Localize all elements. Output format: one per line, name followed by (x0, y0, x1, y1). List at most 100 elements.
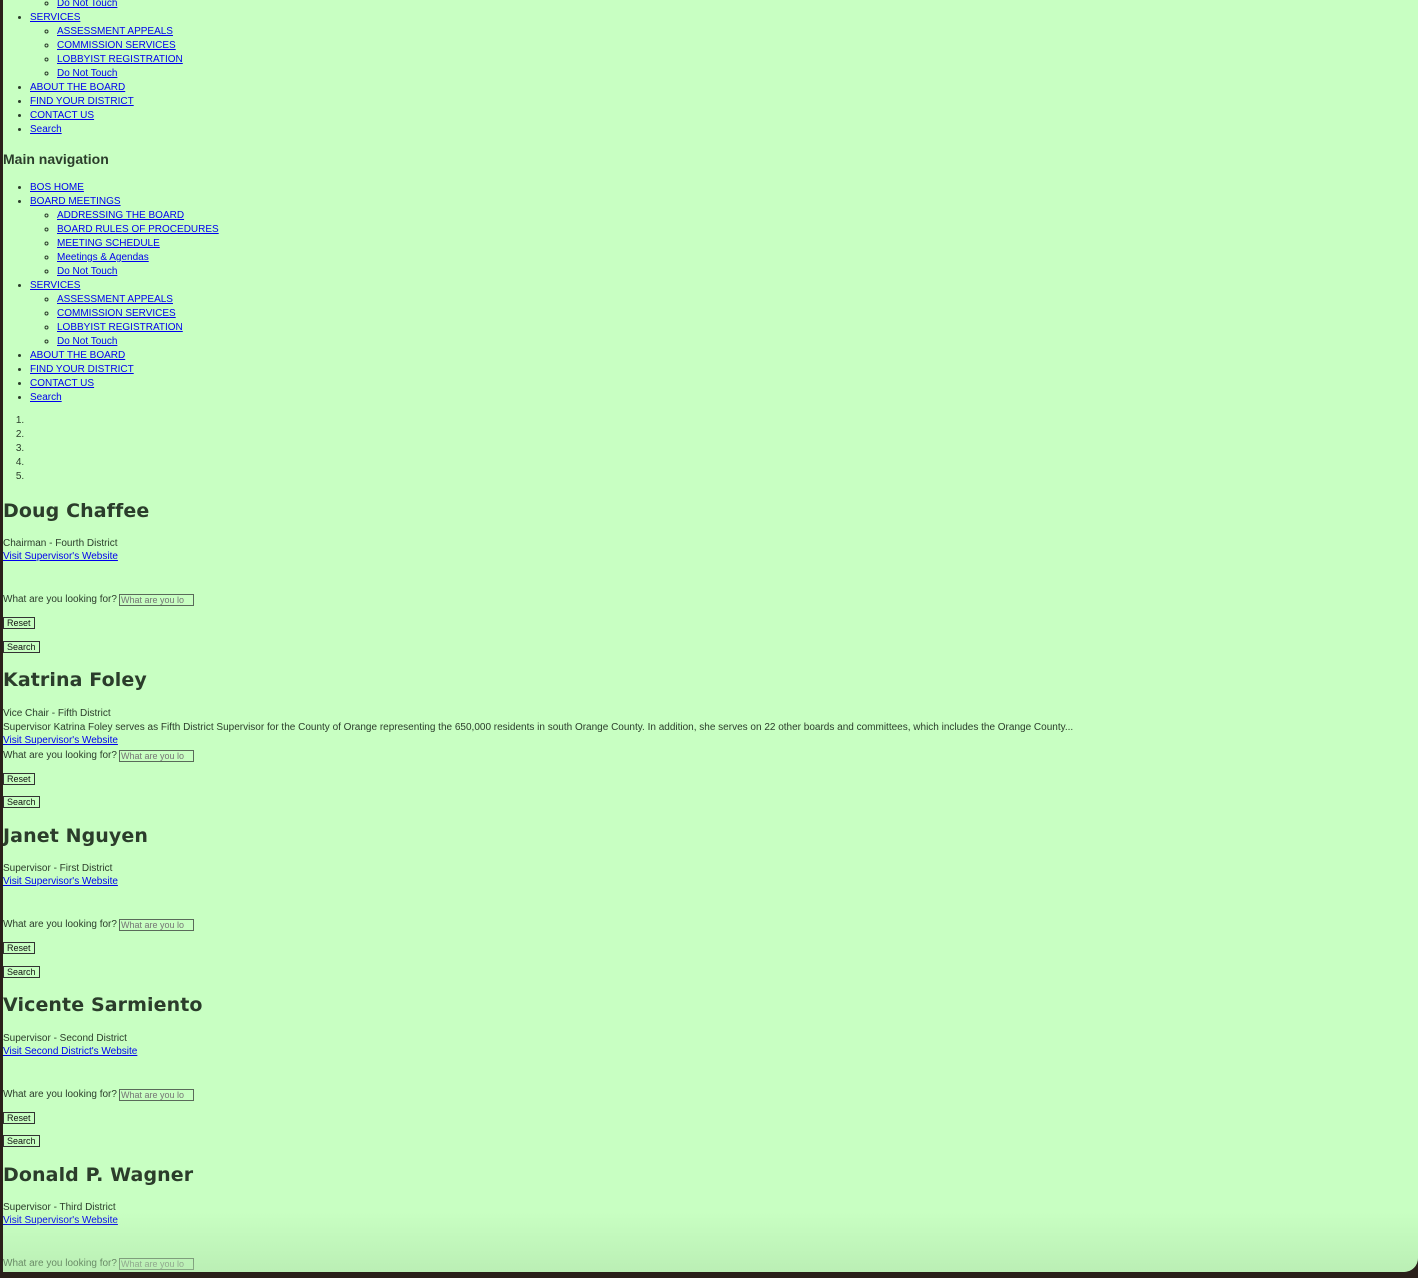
supervisor-title: Vice Chair - Fifth District (3, 708, 111, 719)
top-nav-services-do-not-touch-link[interactable]: Do Not Touch (57, 68, 117, 79)
breadcrumb-item (27, 428, 127, 442)
supervisor-name: Katrina Foley (3, 669, 147, 691)
main-nav-lobbyist-registration-link[interactable]: LOBBYIST REGISTRATION (57, 322, 183, 333)
main-nav-services: SERVICES ASSESSMENT APPEALS COMMISSION S… (30, 279, 403, 349)
top-nav-item: Search (30, 123, 403, 137)
top-nav-commission-services-link[interactable]: COMMISSION SERVICES (57, 40, 176, 51)
search-label: What are you looking for? (3, 750, 117, 761)
top-nav-do-not-touch: Do Not Touch (57, 0, 403, 11)
main-nav-meetings-agendas-link[interactable]: Meetings & Agendas (57, 252, 149, 263)
main-nav-about-link[interactable]: ABOUT THE BOARD (30, 350, 125, 361)
top-nav-lobbyist-registration-link[interactable]: LOBBYIST REGISTRATION (57, 54, 183, 65)
supervisor-title: Chairman - Fourth District (3, 538, 118, 549)
top-nav-item: FIND YOUR DISTRICT (30, 95, 403, 109)
top-nav-partial-group: Do Not Touch (30, 0, 403, 11)
main-nav-services-item: Do Not Touch (57, 335, 403, 349)
main-nav-search-link[interactable]: Search (30, 392, 62, 403)
reset-button[interactable]: Reset (3, 942, 35, 954)
main-nav-board-meetings: BOARD MEETINGS ADDRESSING THE BOARD BOAR… (30, 195, 403, 279)
main-nav-item: BOS HOME (30, 181, 403, 195)
supervisor-name: Vicente Sarmiento (3, 994, 203, 1016)
main-navigation: BOS HOME BOARD MEETINGS ADDRESSING THE B… (3, 181, 403, 405)
window-edge-shadow (3, 1212, 1418, 1272)
top-nav-services: SERVICES ASSESSMENT APPEALS COMMISSION S… (30, 11, 403, 81)
main-nav-assessment-appeals-link[interactable]: ASSESSMENT APPEALS (57, 294, 173, 305)
supervisor-name: Donald P. Wagner (3, 1164, 194, 1186)
main-nav-item: CONTACT US (30, 377, 403, 391)
search-button[interactable]: Search (3, 796, 40, 808)
main-nav-contact-link[interactable]: CONTACT US (30, 378, 94, 389)
search-button[interactable]: Search (3, 641, 40, 653)
main-nav-services-link[interactable]: SERVICES (30, 280, 80, 291)
search-input[interactable] (118, 1258, 194, 1270)
main-nav-board-meetings-item: BOARD RULES OF PROCEDURES (57, 223, 403, 237)
supervisor-title: Supervisor - Third District (3, 1202, 116, 1213)
top-navigation: Do Not Touch SERVICES ASSESSMENT APPEALS… (3, 0, 403, 137)
main-navigation-heading: Main navigation (3, 151, 109, 167)
top-nav-do-not-touch-link[interactable]: Do Not Touch (57, 0, 117, 9)
search-input[interactable] (118, 919, 194, 931)
breadcrumb (3, 414, 127, 484)
main-nav-board-meetings-item: Do Not Touch (57, 265, 403, 279)
top-nav-services-item: COMMISSION SERVICES (57, 39, 403, 53)
breadcrumb-item (27, 442, 127, 456)
main-nav-board-meetings-link[interactable]: BOARD MEETINGS (30, 196, 121, 207)
main-nav-commission-services-link[interactable]: COMMISSION SERVICES (57, 308, 176, 319)
search-button[interactable]: Search (3, 966, 40, 978)
supervisor-website-link[interactable]: Visit Supervisor's Website (3, 1215, 118, 1226)
top-nav-services-item: LOBBYIST REGISTRATION (57, 53, 403, 67)
main-nav-item: ABOUT THE BOARD (30, 349, 403, 363)
supervisor-name: Janet Nguyen (3, 825, 149, 847)
reset-button[interactable]: Reset (3, 773, 35, 785)
search-form: What are you looking for? (3, 1257, 194, 1271)
search-input[interactable] (118, 594, 194, 606)
top-nav-contact-link[interactable]: CONTACT US (30, 110, 94, 121)
top-nav-services-item: ASSESSMENT APPEALS (57, 25, 403, 39)
search-form: What are you looking for? (3, 918, 194, 932)
main-nav-bos-home-link[interactable]: BOS HOME (30, 182, 84, 193)
reset-button[interactable]: Reset (3, 617, 35, 629)
supervisor-website-link[interactable]: Visit Second District's Website (3, 1046, 137, 1057)
top-nav-search-link[interactable]: Search (30, 124, 62, 135)
search-button[interactable]: Search (3, 1135, 40, 1147)
main-nav-services-do-not-touch-link[interactable]: Do Not Touch (57, 336, 117, 347)
breadcrumb-item (27, 414, 127, 428)
top-nav-about-link[interactable]: ABOUT THE BOARD (30, 82, 125, 93)
supervisor-title: Supervisor - Second District (3, 1033, 127, 1044)
search-form: What are you looking for? (3, 749, 194, 763)
top-nav-assessment-appeals-link[interactable]: ASSESSMENT APPEALS (57, 26, 173, 37)
breadcrumb-item (27, 470, 127, 484)
main-nav-services-item: COMMISSION SERVICES (57, 307, 403, 321)
top-nav-services-link[interactable]: SERVICES (30, 12, 80, 23)
supervisor-bio: Supervisor Katrina Foley serves as Fifth… (3, 722, 1074, 733)
search-label: What are you looking for? (3, 1089, 117, 1100)
supervisor-website-link[interactable]: Visit Supervisor's Website (3, 551, 118, 562)
main-nav-board-rules-link[interactable]: BOARD RULES OF PROCEDURES (57, 224, 219, 235)
main-nav-list: BOS HOME BOARD MEETINGS ADDRESSING THE B… (3, 181, 403, 405)
search-form: What are you looking for? (3, 1088, 194, 1102)
supervisor-website-link[interactable]: Visit Supervisor's Website (3, 735, 118, 746)
search-label: What are you looking for? (3, 1258, 117, 1269)
top-nav-services-item: Do Not Touch (57, 67, 403, 81)
supervisor-name: Doug Chaffee (3, 500, 150, 522)
search-input[interactable] (118, 1089, 194, 1101)
main-nav-board-meetings-item: Meetings & Agendas (57, 251, 403, 265)
main-nav-addressing-board-link[interactable]: ADDRESSING THE BOARD (57, 210, 184, 221)
breadcrumb-item (27, 456, 127, 470)
main-nav-meeting-schedule-link[interactable]: MEETING SCHEDULE (57, 238, 160, 249)
main-nav-board-meetings-item: MEETING SCHEDULE (57, 237, 403, 251)
top-nav-item: CONTACT US (30, 109, 403, 123)
main-nav-services-item: ASSESSMENT APPEALS (57, 293, 403, 307)
supervisor-title: Supervisor - First District (3, 863, 113, 874)
main-nav-services-item: LOBBYIST REGISTRATION (57, 321, 403, 335)
reset-button[interactable]: Reset (3, 1112, 35, 1124)
top-nav-list: Do Not Touch SERVICES ASSESSMENT APPEALS… (3, 0, 403, 137)
main-nav-meetings-do-not-touch-link[interactable]: Do Not Touch (57, 266, 117, 277)
top-nav-find-district-link[interactable]: FIND YOUR DISTRICT (30, 96, 134, 107)
search-label: What are you looking for? (3, 594, 117, 605)
main-nav-find-district-link[interactable]: FIND YOUR DISTRICT (30, 364, 134, 375)
search-input[interactable] (118, 750, 194, 762)
top-nav-item: ABOUT THE BOARD (30, 81, 403, 95)
main-nav-board-meetings-item: ADDRESSING THE BOARD (57, 209, 403, 223)
supervisor-website-link[interactable]: Visit Supervisor's Website (3, 876, 118, 887)
